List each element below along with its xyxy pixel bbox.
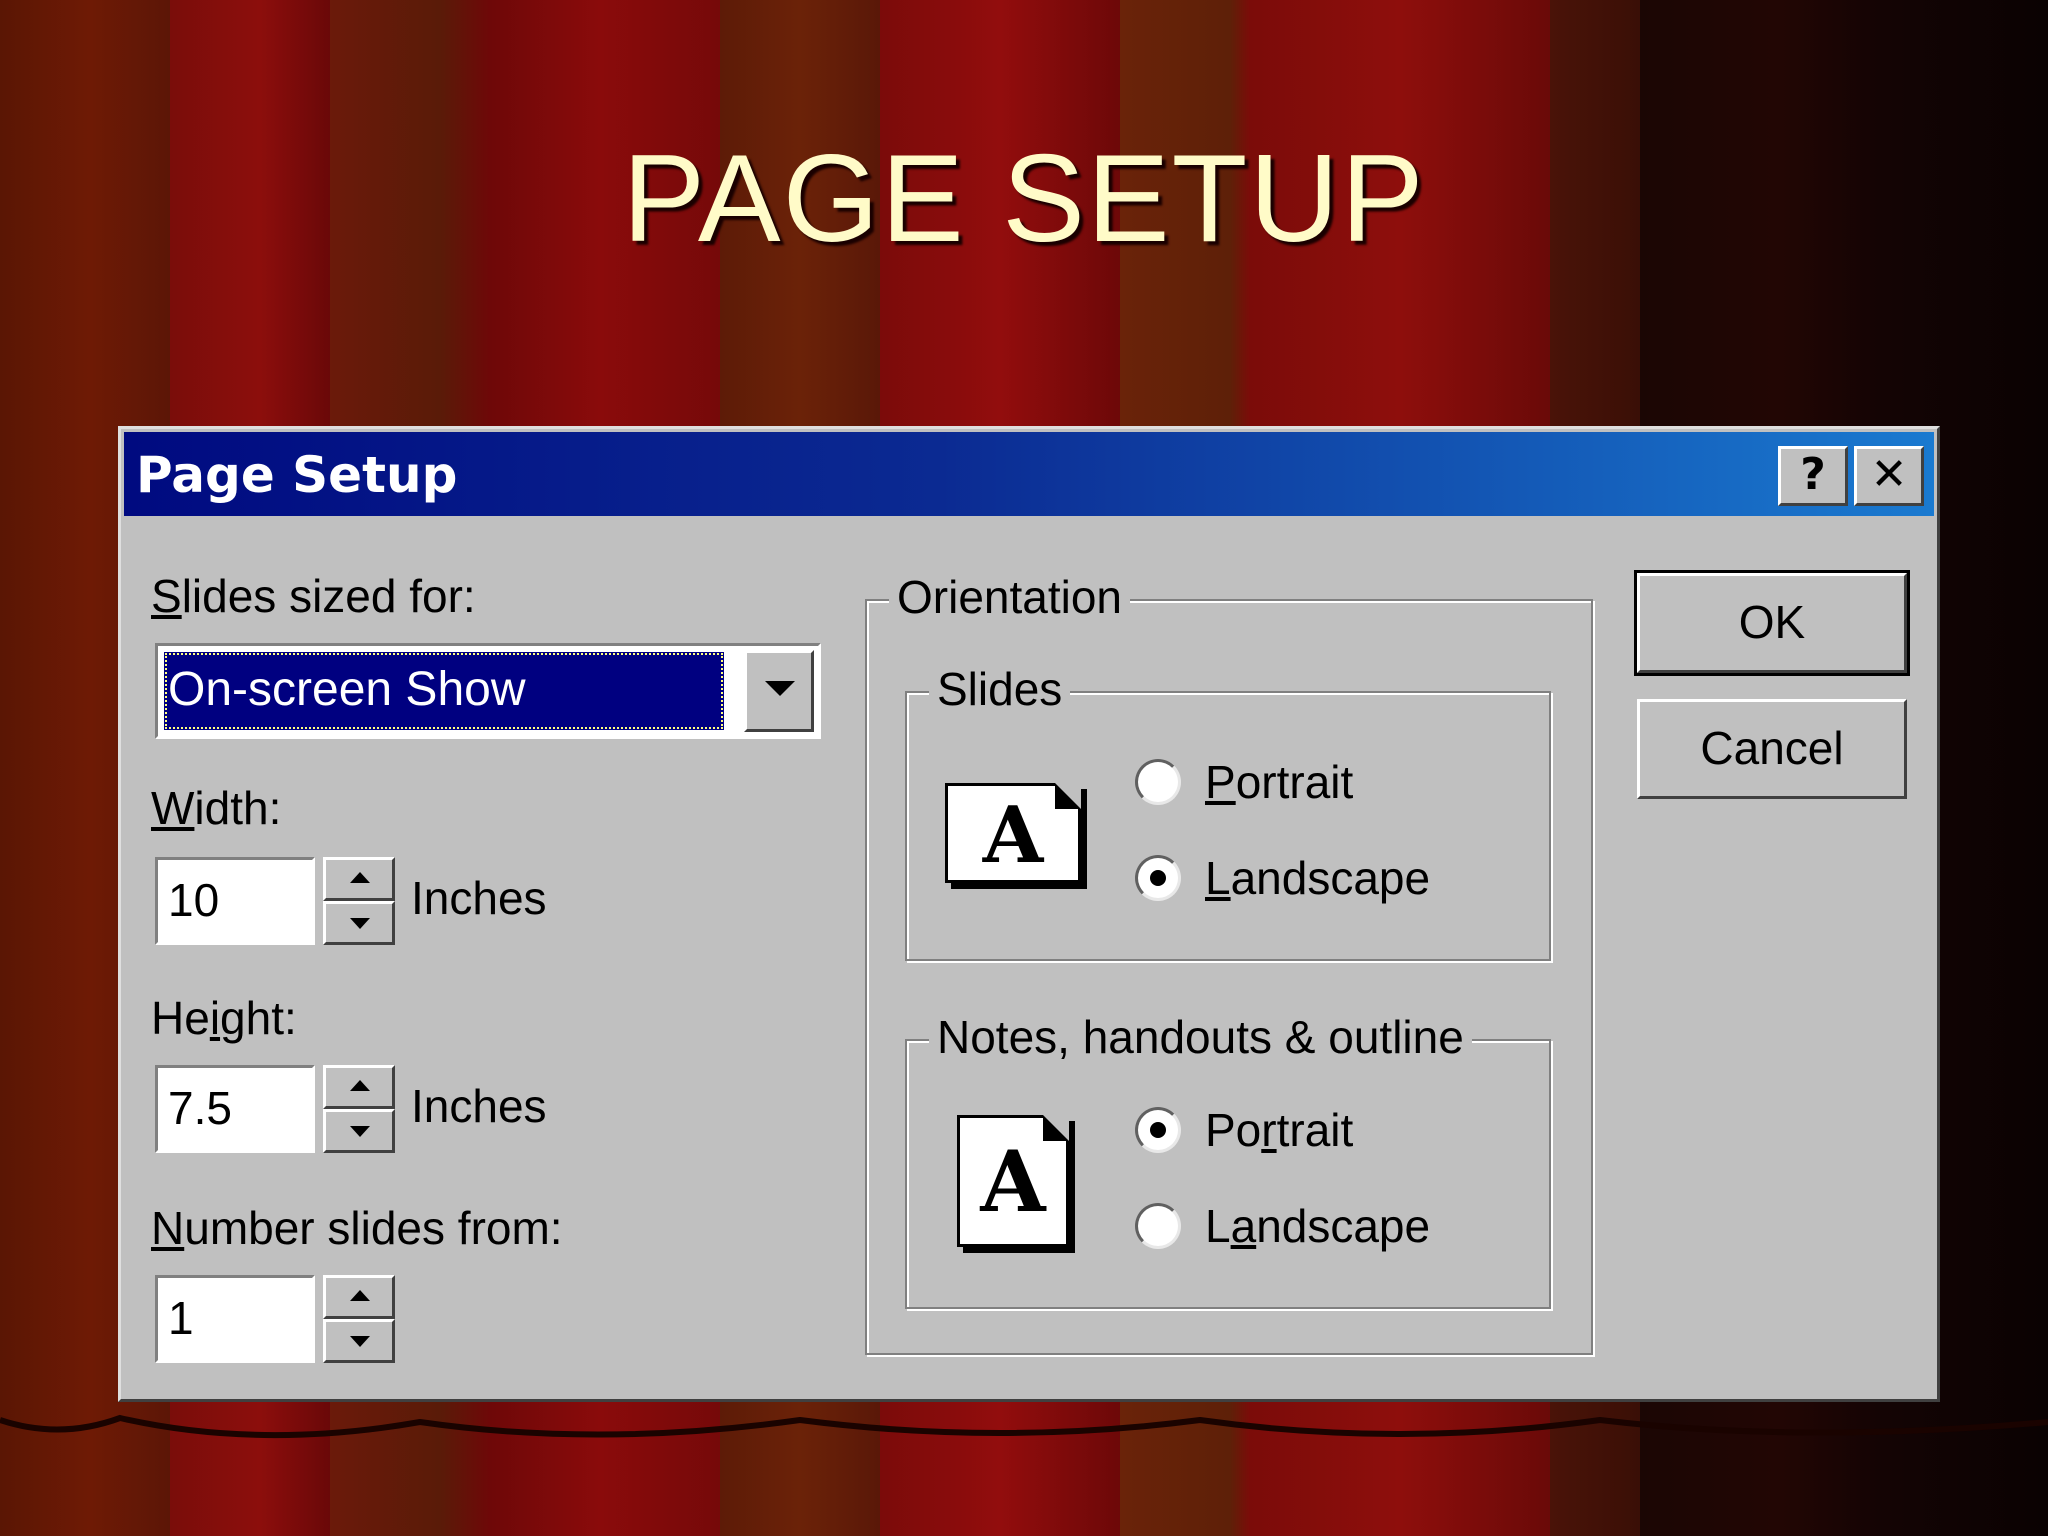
- ok-button[interactable]: OK: [1634, 570, 1910, 676]
- notes-portrait-radio[interactable]: [1135, 1107, 1181, 1153]
- height-label: Height:: [151, 992, 297, 1044]
- landscape-page-icon: A: [945, 783, 1081, 883]
- page-letter: A: [982, 790, 1044, 881]
- width-unit: Inches: [411, 872, 547, 924]
- slides-sized-for-value: On-screen Show: [164, 652, 724, 730]
- dialog-titlebar[interactable]: Page Setup ? ✕: [124, 432, 1934, 516]
- notes-landscape-label[interactable]: Landscape: [1205, 1199, 1430, 1253]
- width-up-arrow-icon[interactable]: [323, 857, 395, 901]
- slides-landscape-radio[interactable]: [1135, 855, 1181, 901]
- orientation-group: Orientation Slides A Portrait Landscape …: [865, 569, 1593, 1355]
- number-down-arrow-icon[interactable]: [323, 1319, 395, 1363]
- width-spinner[interactable]: [323, 857, 395, 945]
- slides-portrait-label[interactable]: Portrait: [1205, 755, 1353, 809]
- dropdown-arrow-icon[interactable]: [744, 650, 814, 732]
- notes-group-label: Notes, handouts & outline: [929, 1009, 1472, 1065]
- portrait-page-icon: A: [957, 1115, 1069, 1247]
- height-up-arrow-icon[interactable]: [323, 1065, 395, 1109]
- slides-group-label: Slides: [929, 661, 1071, 717]
- close-button[interactable]: ✕: [1854, 446, 1924, 506]
- height-spinner[interactable]: [323, 1065, 395, 1153]
- notes-portrait-label[interactable]: Portrait: [1205, 1103, 1353, 1157]
- help-button[interactable]: ?: [1778, 446, 1848, 506]
- number-slides-from-spinner[interactable]: [323, 1275, 395, 1363]
- slides-portrait-radio[interactable]: [1135, 759, 1181, 805]
- page-letter: A: [980, 1132, 1046, 1231]
- number-slides-from-label: Number slides from:: [151, 1202, 563, 1254]
- slide-title: PAGE SETUP: [622, 130, 1426, 268]
- width-label: Width:: [151, 782, 282, 834]
- number-slides-from-input[interactable]: 1: [155, 1275, 315, 1363]
- height-input[interactable]: 7.5: [155, 1065, 315, 1153]
- orientation-group-label: Orientation: [889, 569, 1131, 625]
- slides-landscape-label[interactable]: Landscape: [1205, 851, 1430, 905]
- notes-orientation-group: Notes, handouts & outline A Portrait Lan…: [905, 1009, 1551, 1309]
- page-setup-dialog: Page Setup ? ✕ Slides sized for: On-scre…: [118, 426, 1940, 1402]
- notes-landscape-radio[interactable]: [1135, 1203, 1181, 1249]
- number-up-arrow-icon[interactable]: [323, 1275, 395, 1319]
- width-input[interactable]: 10: [155, 857, 315, 945]
- slides-orientation-group: Slides A Portrait Landscape: [905, 661, 1551, 961]
- height-unit: Inches: [411, 1080, 547, 1132]
- curtain-hem: [0, 1414, 2048, 1439]
- cancel-button[interactable]: Cancel: [1637, 699, 1907, 799]
- width-down-arrow-icon[interactable]: [323, 901, 395, 945]
- slides-sized-for-select[interactable]: On-screen Show: [155, 643, 821, 739]
- slides-sized-for-label: Slides sized for:: [151, 570, 476, 622]
- dialog-title: Page Setup: [136, 446, 458, 504]
- height-down-arrow-icon[interactable]: [323, 1109, 395, 1153]
